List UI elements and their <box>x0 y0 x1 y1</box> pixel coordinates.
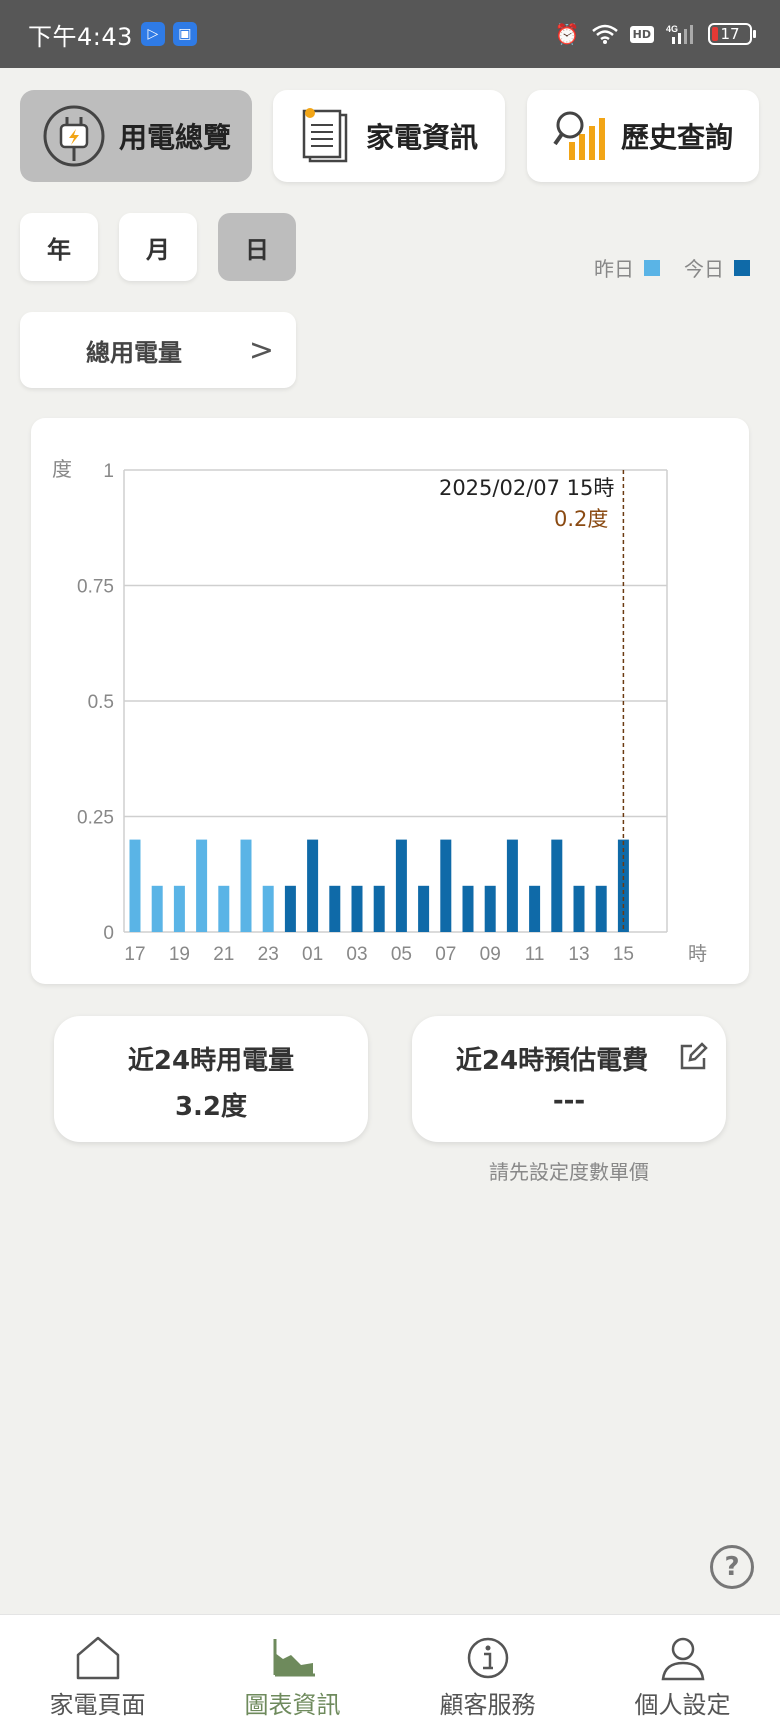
person-icon <box>661 1637 704 1681</box>
bar[interactable] <box>373 885 385 932</box>
plug-icon <box>43 105 105 167</box>
signal-icon: 4G <box>666 24 693 44</box>
x-tick-label: 09 <box>480 944 501 965</box>
nav-label: 家電頁面 <box>49 1691 146 1719</box>
legend-today-label: 今日 <box>684 257 724 281</box>
x-tick-label: 13 <box>568 944 589 965</box>
bar[interactable] <box>573 885 585 932</box>
tooltip-value: 0.2度 <box>554 507 608 531</box>
bar[interactable] <box>551 839 563 932</box>
tooltip-datetime: 2025/02/07 15時 <box>439 476 614 500</box>
info-icon <box>467 1637 508 1679</box>
app-notification-icon: ▷ <box>140 22 165 46</box>
bar[interactable] <box>218 885 230 932</box>
bar[interactable] <box>484 885 496 932</box>
edit-icon[interactable] <box>678 1042 708 1072</box>
hd-icon: HD <box>629 25 654 43</box>
status-time: 下午4:43 <box>28 22 133 51</box>
x-tick-label: 21 <box>213 944 234 965</box>
history-chart-icon <box>553 111 605 160</box>
x-tick-label: 15 <box>613 944 634 965</box>
bar[interactable] <box>262 885 274 932</box>
nav-chart-info[interactable]: 圖表資訊 <box>195 1615 390 1733</box>
tab-usage-overview[interactable]: 用電總覽 <box>20 90 252 182</box>
metric-selector[interactable]: 總用電量 > <box>20 312 296 388</box>
x-tick-label: 23 <box>258 944 279 965</box>
period-month-button[interactable]: 月 <box>119 213 197 281</box>
chevron-right-icon: > <box>248 332 274 368</box>
battery-icon: 17 <box>708 23 756 45</box>
nav-label: 圖表資訊 <box>244 1691 341 1719</box>
y-tick-label: 0.25 <box>77 808 114 829</box>
y-tick-label: 1 <box>103 461 114 482</box>
y-tick-label: 0 <box>103 923 114 944</box>
period-year-button[interactable]: 年 <box>20 213 98 281</box>
cost-24h-card[interactable]: 近24時預估電費 --- <box>412 1016 726 1142</box>
nav-customer-service[interactable]: 顧客服務 <box>390 1615 585 1733</box>
chart-icon <box>273 1639 315 1677</box>
legend-yesterday-label: 昨日 <box>594 257 634 281</box>
tab-label: 家電資訊 <box>365 121 478 154</box>
metric-selector-label: 總用電量 <box>86 338 182 367</box>
tab-label: 用電總覽 <box>118 121 231 154</box>
help-button[interactable]: ? <box>710 1545 754 1589</box>
nav-label: 個人設定 <box>634 1691 731 1719</box>
y-tick-label: 0.75 <box>77 577 114 598</box>
status-icons: ⏰ HD 4G 17 <box>554 22 756 46</box>
bar[interactable] <box>284 885 296 932</box>
tab-label: 歷史查詢 <box>620 121 733 154</box>
bar[interactable] <box>307 839 319 932</box>
x-axis-label: 時 <box>688 943 707 965</box>
y-tick-label: 0.5 <box>88 692 114 713</box>
cost-hint: 請先設定度數單價 <box>489 1160 649 1184</box>
usage-24h-card: 近24時用電量 3.2度 <box>54 1016 368 1142</box>
bar[interactable] <box>395 839 407 932</box>
home-icon <box>76 1636 119 1680</box>
x-tick-label: 07 <box>435 944 456 965</box>
bar[interactable] <box>440 839 452 932</box>
usage-24h-label: 近24時用電量 <box>127 1046 295 1076</box>
usage-bar-chart[interactable]: 0 0.25 0.5 0.75 1 度 17 19 21 23 01 03 05 07 09 11 13 15 時 2… <box>31 418 749 984</box>
x-tick-label: 19 <box>169 944 190 965</box>
legend-today-swatch <box>734 259 750 276</box>
legend-yesterday-swatch <box>644 259 660 276</box>
bar[interactable] <box>529 885 541 932</box>
period-day-button[interactable]: 日 <box>218 213 296 281</box>
bar[interactable] <box>329 885 341 932</box>
alarm-icon: ⏰ <box>554 22 580 46</box>
usage-chart-card: 0 0.25 0.5 0.75 1 度 17 19 21 23 01 03 05 07 09 11 13 15 時 2… <box>31 418 749 984</box>
usage-24h-value: 3.2度 <box>174 1092 248 1122</box>
app-notification-icon-2: ▣ <box>172 22 197 46</box>
y-axis-label: 度 <box>52 457 72 481</box>
nav-personal-settings[interactable]: 個人設定 <box>585 1615 780 1733</box>
tab-appliance-info[interactable]: 家電資訊 <box>273 90 505 182</box>
bar[interactable] <box>151 885 163 932</box>
status-bar: 下午4:43 ▷ ▣ ⏰ HD 4G 17 <box>0 0 780 68</box>
nav-appliance-page[interactable]: 家電頁面 <box>0 1615 195 1733</box>
battery-level: 17 <box>720 25 740 43</box>
nav-label: 顧客服務 <box>439 1691 536 1719</box>
bar[interactable] <box>506 839 518 932</box>
bar[interactable] <box>351 885 363 932</box>
bar[interactable] <box>173 885 185 932</box>
wifi-icon <box>591 24 618 44</box>
x-tick-label: 05 <box>391 944 412 965</box>
x-tick-label: 11 <box>525 944 545 965</box>
document-icon <box>302 108 348 163</box>
bar[interactable] <box>462 885 474 932</box>
tab-history-query[interactable]: 歷史查詢 <box>527 90 759 182</box>
bar[interactable] <box>595 885 607 932</box>
cost-24h-value: --- <box>552 1086 586 1116</box>
x-tick-label: 01 <box>302 944 323 965</box>
bar[interactable] <box>129 839 141 932</box>
chart-legend: 昨日 今日 <box>594 253 750 282</box>
bottom-navigation: 家電頁面 圖表資訊 顧客服務 個人設定 <box>0 1614 780 1733</box>
svg-text:4G: 4G <box>666 24 678 34</box>
x-tick-label: 17 <box>124 944 145 965</box>
bar[interactable] <box>418 885 430 932</box>
x-tick-label: 03 <box>346 944 367 965</box>
bar[interactable] <box>196 839 208 932</box>
bar[interactable] <box>240 839 252 932</box>
